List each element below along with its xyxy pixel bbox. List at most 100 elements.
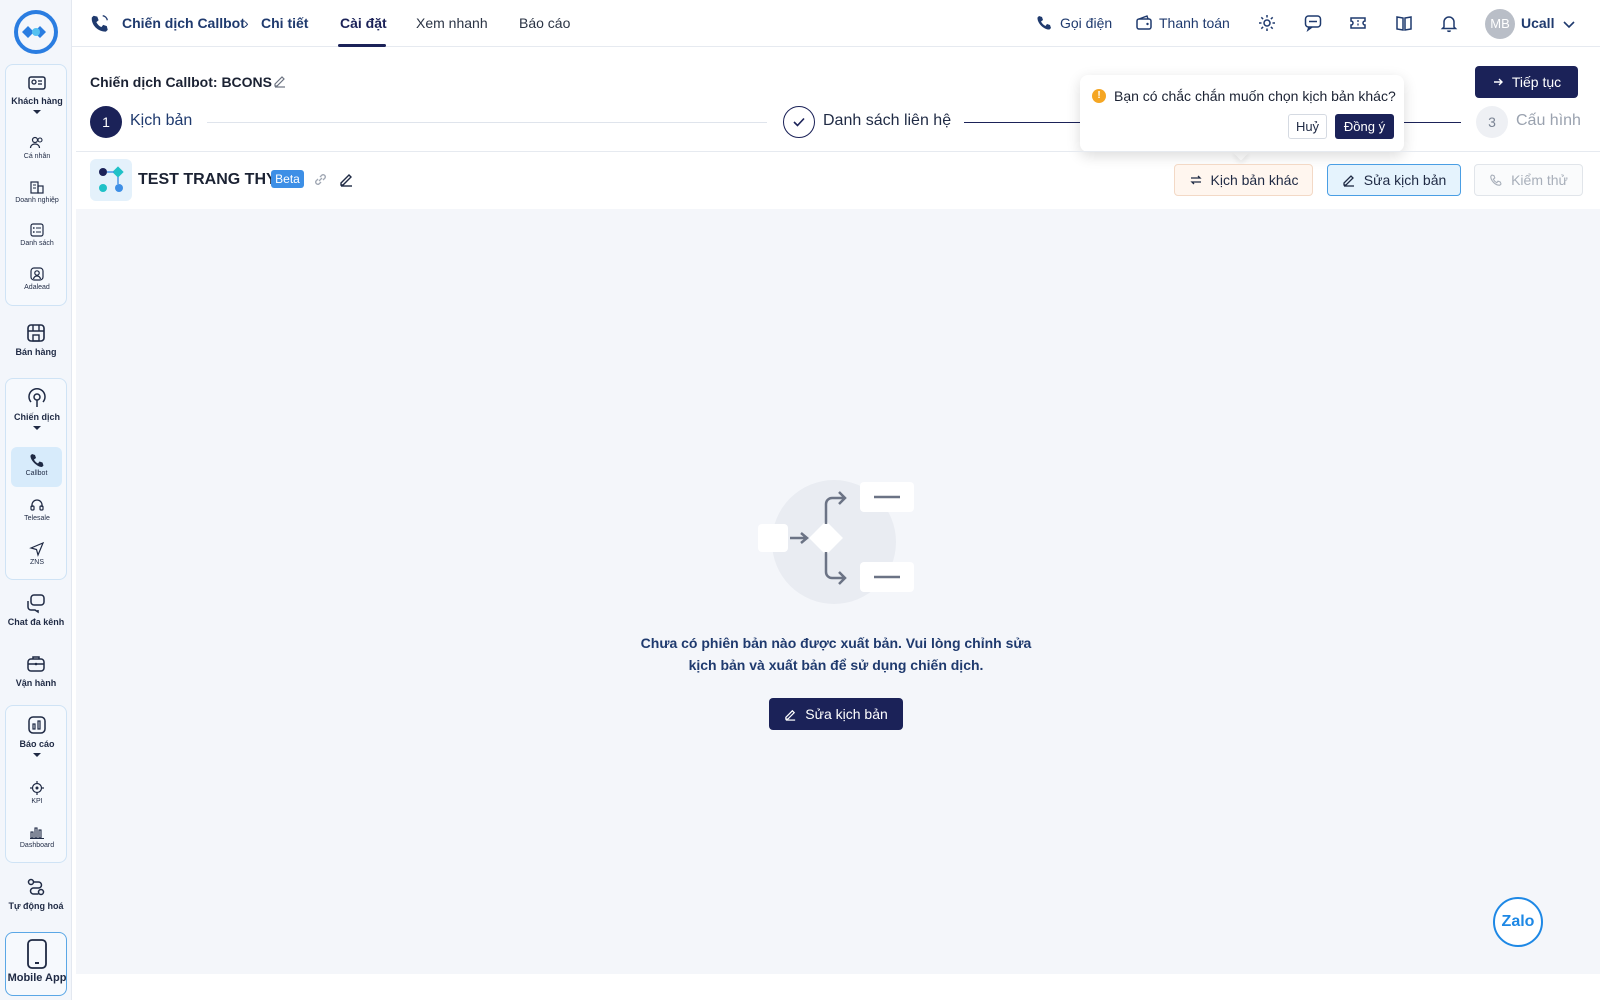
sidebar-item-zns[interactable]: ZNS	[6, 541, 68, 566]
headset-icon	[30, 499, 44, 511]
step-connector	[207, 122, 767, 123]
sidebar-item-automation[interactable]: Tự động hoá	[5, 876, 67, 911]
sidebar-item-customers[interactable]: Khách hàng	[6, 73, 68, 114]
chevron-right-icon: ›	[244, 15, 249, 31]
step-2-label[interactable]: Danh sách liên hệ	[823, 112, 951, 130]
message-icon[interactable]	[1303, 13, 1323, 33]
sidebar-label: Vận hành	[15, 678, 57, 688]
bar-chart-icon	[28, 716, 46, 734]
book-icon[interactable]	[1394, 13, 1414, 33]
step-3-label[interactable]: Cấu hình	[1516, 112, 1581, 130]
beta-badge: Beta	[271, 170, 304, 188]
breadcrumb-detail: Chi tiết	[261, 15, 309, 31]
sidebar-item-mobile-app[interactable]: Mobile App	[5, 932, 67, 996]
user-badge-icon	[30, 267, 44, 281]
sidebar-label: Cá nhân	[23, 153, 51, 160]
sidebar-item-lists[interactable]: Danh sách	[6, 222, 68, 247]
step-2-circle	[783, 106, 815, 138]
breadcrumb-campaign[interactable]: Chiến dịch Callbot	[122, 15, 245, 31]
tab-settings[interactable]: Cài đặt	[340, 15, 387, 31]
sidebar-item-callbot[interactable]: Callbot	[11, 447, 62, 487]
confirm-popover: ! Bạn có chắc chắn muốn chọn kịch bản kh…	[1080, 75, 1404, 152]
avatar[interactable]: MB	[1485, 9, 1515, 39]
script-name: TEST TRANG THY	[138, 171, 277, 188]
tab-quick-view[interactable]: Xem nhanh	[416, 15, 488, 31]
sidebar-label: Dashboard	[19, 842, 55, 849]
sidebar: Khách hàng Cá nhân Doanh nghiệp Danh sác…	[0, 0, 72, 1000]
step-1-label[interactable]: Kịch bản	[130, 112, 192, 130]
sidebar-item-campaign[interactable]: Chiến dịch	[6, 387, 68, 430]
edit-pencil-icon[interactable]	[273, 74, 287, 88]
arrow-right-icon	[1493, 78, 1503, 86]
sidebar-label: Báo cáo	[19, 739, 55, 749]
briefcase-icon	[27, 656, 45, 672]
popover-message: Bạn có chắc chắn muốn chọn kịch bản khác…	[1114, 88, 1396, 104]
dashboard-icon	[30, 827, 44, 839]
gear-icon[interactable]	[1257, 13, 1277, 33]
store-icon	[27, 324, 45, 342]
sidebar-item-kpi[interactable]: KPI	[6, 780, 68, 805]
chat-icon	[27, 594, 45, 614]
continue-button[interactable]: Tiếp tục	[1475, 66, 1578, 98]
page-title: Chiến dịch Callbot: BCONS	[90, 74, 272, 90]
link-icon[interactable]	[313, 172, 328, 187]
chevron-down-icon[interactable]	[1562, 17, 1576, 31]
step-connector	[964, 122, 1084, 123]
call-button[interactable]: Gọi điện	[1036, 14, 1112, 32]
sidebar-group-report: Báo cáo KPI Dashboard	[5, 705, 67, 863]
mobile-app-content: Mobile App	[6, 939, 68, 984]
empty-state-message: Chưa có phiên bản nào được xuất bản. Vui…	[640, 635, 1032, 673]
sidebar-item-operation[interactable]: Vận hành	[5, 653, 67, 688]
empty-flow-illustration	[758, 480, 914, 604]
warning-icon: !	[1092, 89, 1106, 103]
sidebar-label: Adalead	[24, 284, 50, 291]
script-flow-icon	[90, 159, 132, 201]
phone-icon	[1037, 16, 1051, 30]
caret-down-icon	[33, 110, 41, 114]
sidebar-label: Chat đa kênh	[7, 617, 65, 627]
sidebar-label: Bán hàng	[15, 347, 57, 357]
users-icon	[29, 136, 43, 149]
user-name[interactable]: Ucall	[1521, 15, 1554, 31]
continue-label: Tiếp tục	[1511, 74, 1562, 90]
edit-script-label: Sửa kịch bản	[1363, 172, 1447, 188]
edit-script-button[interactable]: Sửa kịch bản	[1327, 164, 1461, 196]
edit-script-empty-button[interactable]: Sửa kịch bản	[769, 698, 903, 730]
edit-pencil-icon[interactable]	[339, 172, 354, 187]
phone-icon	[29, 454, 43, 467]
sidebar-item-sales[interactable]: Bán hàng	[5, 322, 67, 357]
phone-outline-icon	[1490, 174, 1502, 186]
payment-label: Thanh toán	[1159, 15, 1230, 31]
step-1-circle: 1	[90, 106, 122, 138]
sidebar-item-dashboard[interactable]: Dashboard	[6, 824, 68, 849]
app-logo-icon[interactable]	[14, 10, 58, 54]
edit-script-empty-label: Sửa kịch bản	[805, 706, 888, 722]
other-script-button[interactable]: Kịch bản khác	[1174, 164, 1313, 196]
sidebar-item-omnichat[interactable]: Chat đa kênh	[5, 592, 67, 627]
sidebar-label: Chiến dịch	[13, 412, 60, 422]
tab-report[interactable]: Báo cáo	[519, 15, 570, 31]
sidebar-label: Khách hàng	[11, 96, 63, 106]
sidebar-item-telesale[interactable]: Telesale	[6, 497, 68, 522]
sidebar-group-campaign: Chiến dịch Callbot Telesale ZNS	[5, 378, 67, 580]
check-icon	[793, 117, 805, 127]
bell-icon[interactable]	[1439, 13, 1459, 33]
sidebar-item-business[interactable]: Doanh nghiệp	[6, 179, 68, 204]
other-script-label: Kịch bản khác	[1210, 172, 1299, 188]
ticket-icon[interactable]	[1348, 13, 1368, 33]
sidebar-item-adalead[interactable]: Adalead	[6, 266, 68, 291]
caret-down-icon	[33, 426, 41, 430]
sidebar-item-personal[interactable]: Cá nhân	[6, 135, 68, 160]
sidebar-label: Doanh nghiệp	[15, 197, 59, 204]
broadcast-icon	[28, 387, 46, 407]
checklist-icon	[30, 223, 44, 237]
confirm-button[interactable]: Đồng ý	[1335, 114, 1394, 139]
edit-pencil-icon	[785, 709, 796, 721]
sidebar-item-report[interactable]: Báo cáo	[6, 714, 68, 757]
contact-card-icon	[28, 76, 46, 90]
payment-button[interactable]: Thanh toán	[1135, 14, 1230, 32]
sidebar-label: Callbot	[25, 470, 48, 477]
test-button[interactable]: Kiểm thử	[1474, 164, 1583, 196]
zalo-chat-button[interactable]: Zalo	[1493, 897, 1543, 947]
cancel-button[interactable]: Huỷ	[1288, 114, 1327, 139]
